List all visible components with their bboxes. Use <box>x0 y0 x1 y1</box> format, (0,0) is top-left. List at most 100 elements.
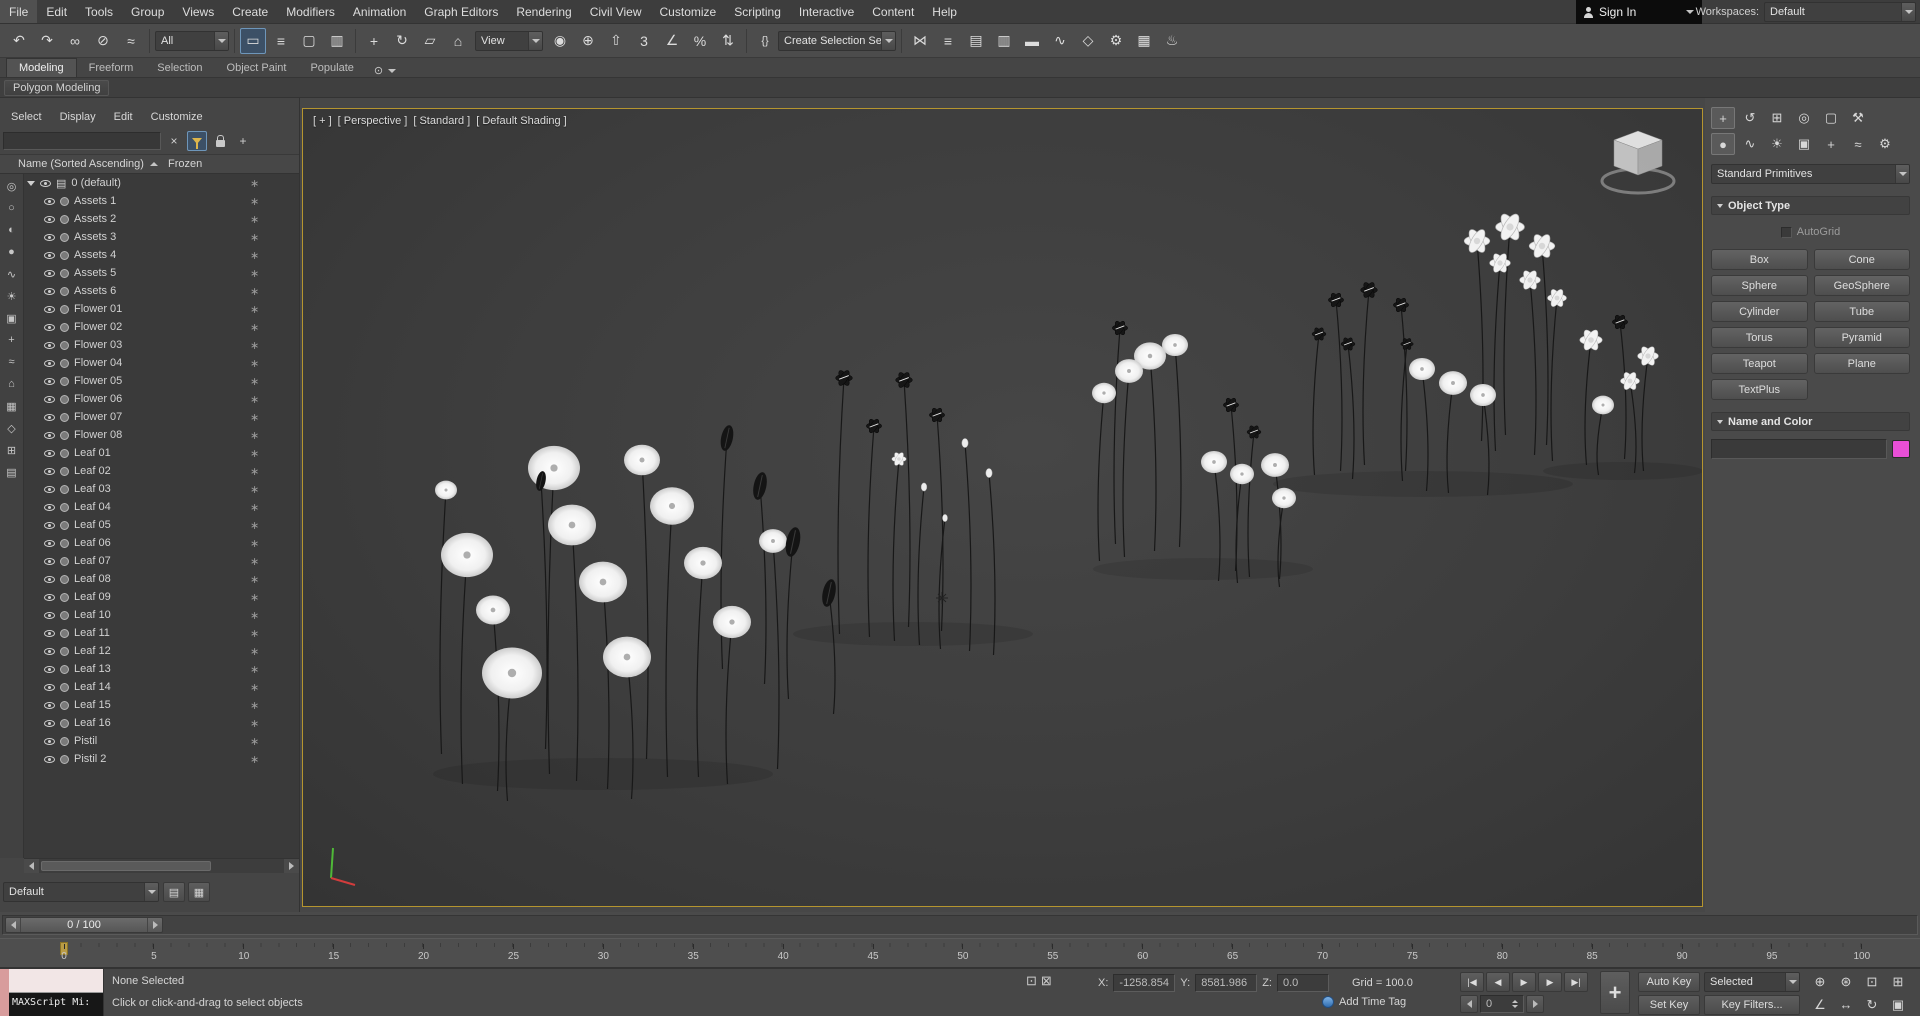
viewcube[interactable] <box>1590 121 1686 201</box>
explorer-row[interactable]: Leaf 02 ∗ <box>24 462 299 480</box>
autogrid-checkbox[interactable] <box>1780 226 1792 238</box>
frozen-toggle-icon[interactable]: ∗ <box>250 609 259 622</box>
lights-category-icon[interactable]: ☀ <box>1765 133 1789 155</box>
menu-item[interactable]: Scripting <box>725 0 790 23</box>
explorer-display-layers-button[interactable]: ▦ <box>188 882 210 902</box>
display-xrefs-filter-icon[interactable]: ◇ <box>2 418 22 438</box>
explorer-row[interactable]: Flower 08 ∗ <box>24 426 299 444</box>
explorer-row[interactable]: Flower 05 ∗ <box>24 372 299 390</box>
explorer-row[interactable]: Flower 02 ∗ <box>24 318 299 336</box>
scroll-left-icon[interactable] <box>24 859 39 873</box>
object-name-input[interactable] <box>1711 439 1887 459</box>
menu-item[interactable]: Help <box>923 0 966 23</box>
display-cameras-filter-icon[interactable]: ▣ <box>2 308 22 328</box>
eye-icon[interactable] <box>44 665 55 673</box>
eye-icon[interactable] <box>44 485 55 493</box>
viewport-label-part[interactable]: [ Standard ] <box>413 115 470 127</box>
toggle-scene-explorer-icon[interactable]: ▤ <box>963 28 989 54</box>
eye-icon[interactable] <box>44 215 55 223</box>
eye-icon[interactable] <box>44 521 55 529</box>
explorer-row[interactable]: Assets 2 ∗ <box>24 210 299 228</box>
helpers-category-icon[interactable]: + <box>1819 133 1843 155</box>
menu-item[interactable]: Civil View <box>581 0 651 23</box>
frozen-toggle-icon[interactable]: ∗ <box>250 753 259 766</box>
menu-item[interactable]: Graph Editors <box>415 0 507 23</box>
object-type-button[interactable]: Torus <box>1711 327 1808 348</box>
eye-icon[interactable] <box>40 179 51 187</box>
explorer-row[interactable]: Leaf 03 ∗ <box>24 480 299 498</box>
frozen-toggle-icon[interactable]: ∗ <box>250 267 259 280</box>
auto-key-button[interactable]: Auto Key <box>1638 972 1700 992</box>
next-frame-button[interactable]: ▶ <box>1538 972 1562 992</box>
window-crossing-icon[interactable]: ▥ <box>324 28 350 54</box>
frozen-toggle-icon[interactable]: ∗ <box>250 573 259 586</box>
redo-icon[interactable]: ↷ <box>34 28 60 54</box>
menu-item[interactable]: Modifiers <box>277 0 344 23</box>
sign-in-button[interactable]: Sign In <box>1576 0 1702 24</box>
clear-search-icon[interactable]: × <box>164 131 184 151</box>
frozen-toggle-icon[interactable]: ∗ <box>250 681 259 694</box>
menu-item[interactable]: Customize <box>651 0 726 23</box>
explorer-row[interactable]: Flower 03 ∗ <box>24 336 299 354</box>
object-color-swatch[interactable] <box>1892 440 1910 458</box>
eye-icon[interactable] <box>44 755 55 763</box>
frozen-toggle-icon[interactable]: ∗ <box>250 177 259 190</box>
explorer-row[interactable]: Assets 6 ∗ <box>24 282 299 300</box>
frozen-toggle-icon[interactable]: ∗ <box>250 321 259 334</box>
eye-icon[interactable] <box>44 431 55 439</box>
maximize-viewport-icon[interactable]: ▣ <box>1886 994 1910 1015</box>
frozen-toggle-icon[interactable]: ∗ <box>250 735 259 748</box>
object-type-button[interactable]: Sphere <box>1711 275 1808 296</box>
frozen-toggle-icon[interactable]: ∗ <box>250 537 259 550</box>
eye-icon[interactable] <box>44 683 55 691</box>
maxscript-mini-listener[interactable]: MAXScript Mi: <box>0 969 104 1016</box>
add-time-tag[interactable]: Add Time Tag <box>1322 996 1406 1008</box>
display-tab-icon[interactable]: ▢ <box>1819 107 1843 129</box>
tab-modeling[interactable]: Modeling <box>6 58 77 77</box>
set-key-button[interactable]: Set Key <box>1638 995 1700 1015</box>
display-none-filter-icon[interactable]: ○ <box>2 198 22 218</box>
eye-icon[interactable] <box>44 323 55 331</box>
explorer-row[interactable]: Leaf 14 ∗ <box>24 678 299 696</box>
display-shapes-filter-icon[interactable]: ∿ <box>2 264 22 284</box>
explorer-row[interactable]: Leaf 08 ∗ <box>24 570 299 588</box>
explorer-row[interactable]: Assets 1 ∗ <box>24 192 299 210</box>
object-type-button[interactable]: Pyramid <box>1813 327 1910 348</box>
previous-frame-button[interactable]: ◀ <box>1486 972 1510 992</box>
tab-freeform[interactable]: Freeform <box>77 58 146 77</box>
display-groups-filter-icon[interactable]: ⊞ <box>2 440 22 460</box>
frozen-toggle-icon[interactable]: ∗ <box>250 375 259 388</box>
zoom-extents-icon[interactable]: ⊡ <box>1860 971 1884 992</box>
select-and-move-icon[interactable]: + <box>361 28 387 54</box>
modify-tab-icon[interactable]: ↺ <box>1738 107 1762 129</box>
frozen-toggle-icon[interactable]: ∗ <box>250 303 259 316</box>
explorer-display-hierarchy-button[interactable]: ▤ <box>163 882 185 902</box>
toggle-layer-explorer-icon[interactable]: ▥ <box>991 28 1017 54</box>
select-and-link-icon[interactable]: ∞ <box>62 28 88 54</box>
select-and-rotate-icon[interactable]: ↻ <box>389 28 415 54</box>
field-of-view-icon[interactable]: ∠ <box>1808 994 1832 1015</box>
polygon-modeling-panel-button[interactable]: Polygon Modeling <box>4 79 110 96</box>
select-object-icon[interactable]: ▭ <box>240 27 266 54</box>
menu-item[interactable]: Animation <box>344 0 415 23</box>
expand-caret-icon[interactable] <box>27 180 35 186</box>
x-coordinate-field[interactable]: -1258.854 <box>1113 974 1176 992</box>
frozen-toggle-icon[interactable]: ∗ <box>250 411 259 424</box>
tab-selection[interactable]: Selection <box>145 58 214 77</box>
space-warps-category-icon[interactable]: ≈ <box>1846 133 1870 155</box>
display-helpers-filter-icon[interactable]: + <box>2 330 22 350</box>
object-type-button[interactable]: Teapot <box>1711 353 1808 374</box>
z-coordinate-field[interactable]: 0.0 <box>1276 974 1329 992</box>
zoom-all-icon[interactable]: ⊛ <box>1834 971 1858 992</box>
render-production-icon[interactable]: ♨ <box>1159 28 1185 54</box>
display-containers-filter-icon[interactable]: ▦ <box>2 396 22 416</box>
object-type-button[interactable]: Cone <box>1813 249 1910 270</box>
eye-icon[interactable] <box>44 395 55 403</box>
eye-icon[interactable] <box>44 557 55 565</box>
object-type-button[interactable]: Cylinder <box>1711 301 1808 322</box>
menu-item[interactable]: Group <box>122 0 173 23</box>
explorer-row[interactable]: Flower 07 ∗ <box>24 408 299 426</box>
frame-spinner[interactable] <box>1512 1000 1518 1008</box>
y-coordinate-field[interactable]: 8581.986 <box>1195 974 1258 992</box>
spinner-snap-icon[interactable]: ⇅ <box>715 28 741 54</box>
